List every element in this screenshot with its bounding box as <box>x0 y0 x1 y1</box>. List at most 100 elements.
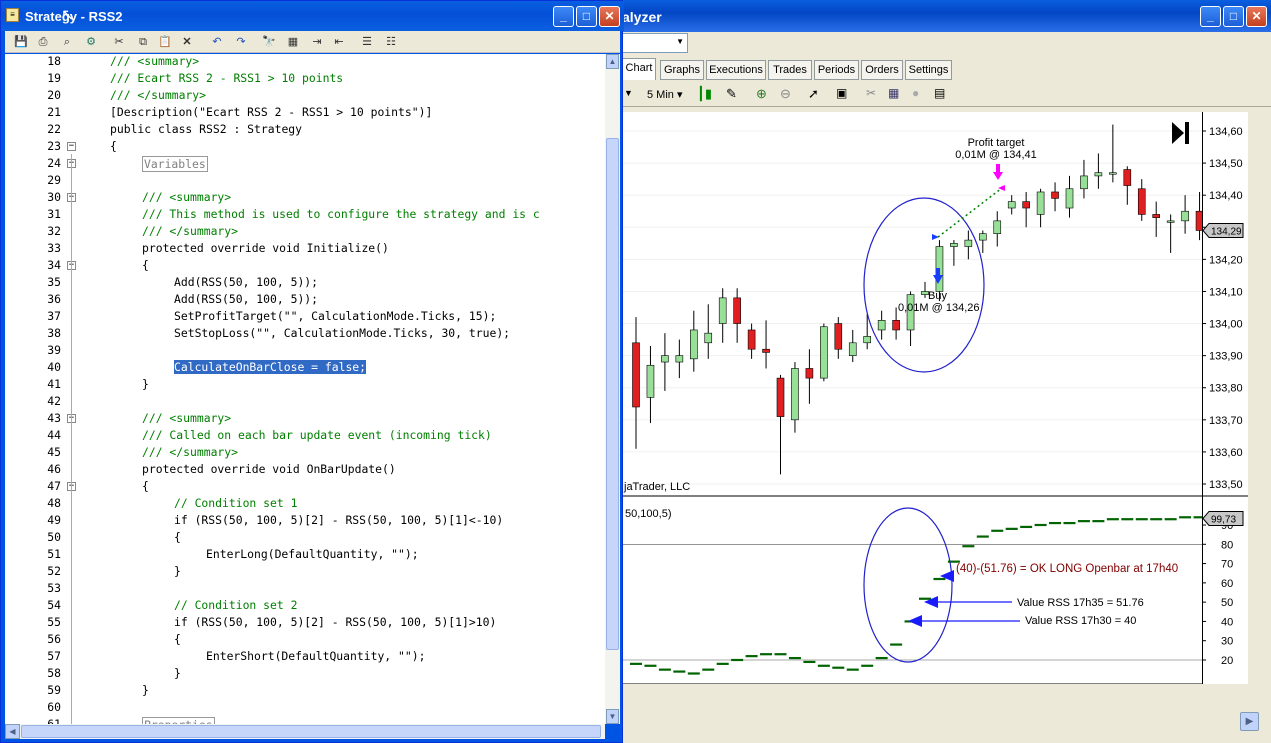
candle-body <box>877 320 886 331</box>
code-line[interactable]: 18 /// <summary> <box>5 54 605 71</box>
code-line[interactable]: 38 SetStopLoss("", CalculationMode.Ticks,… <box>5 326 605 343</box>
code-line[interactable]: 61 Properties <box>5 717 605 724</box>
save-icon[interactable]: 💾 <box>13 34 29 50</box>
code-line[interactable]: 31 /// This method is used to configure t… <box>5 207 605 224</box>
copy-icon[interactable]: ⧉ <box>135 34 151 50</box>
zoom-out-icon[interactable]: ⊖ <box>780 86 791 102</box>
maximize-button[interactable]: □ <box>1223 6 1244 27</box>
cut-icon[interactable]: ✂ <box>111 34 127 50</box>
code-line[interactable]: 36 Add(RSS(50, 100, 5)); <box>5 292 605 309</box>
code-line[interactable]: 57 EnterShort(DefaultQuantity, ""); <box>5 649 605 666</box>
code-line[interactable]: 45 /// </summary> <box>5 445 605 462</box>
tool-icon[interactable]: ✂ <box>866 86 876 100</box>
instrument-dropdown[interactable]: ▼ <box>622 33 688 53</box>
maximize-button[interactable]: □ <box>576 6 597 27</box>
candle-style-icon[interactable]: ┃▮ <box>697 86 712 102</box>
comment-icon[interactable]: ☰ <box>359 34 375 50</box>
replace-icon[interactable]: ▦ <box>285 34 301 50</box>
find-icon[interactable]: 🔭 <box>261 34 277 50</box>
code-line[interactable]: 42 <box>5 394 605 411</box>
code-line[interactable]: 23− { <box>5 139 605 156</box>
code-line[interactable]: 49 if (RSS(50, 100, 5)[2] - RSS(50, 100, … <box>5 513 605 530</box>
code-line[interactable]: 50 { <box>5 530 605 547</box>
code-line[interactable]: 56 { <box>5 632 605 649</box>
close-button[interactable]: ✕ <box>599 6 620 27</box>
tab-periods[interactable]: Periods <box>814 60 859 80</box>
code-line[interactable]: 59} <box>5 683 605 700</box>
chart-area[interactable]: 16:0516:2516:4517:0517:2517:4518:0518:25… <box>622 112 1206 704</box>
code-line[interactable]: 43−/// <summary> <box>5 411 605 428</box>
code-editor[interactable]: 18 /// <summary> 19 /// Ecart RSS 2 - RSS1 … <box>5 54 605 724</box>
tab-orders[interactable]: Orders <box>861 60 903 80</box>
compile-icon[interactable]: ⚙ <box>83 34 99 50</box>
chart-icon[interactable]: ▦ <box>888 86 899 100</box>
code-line[interactable]: 33 protected override void Initialize() <box>5 241 605 258</box>
indent-icon[interactable]: ⇥ <box>309 34 325 50</box>
paste-icon[interactable]: 📋 <box>157 34 173 50</box>
cursor-icon[interactable]: ➚ <box>808 86 819 102</box>
code-line[interactable]: 29 <box>5 173 605 190</box>
code-line[interactable]: 41} <box>5 377 605 394</box>
code-text: EnterShort(DefaultQuantity, ""); <box>206 649 426 663</box>
code-line[interactable]: 37 SetProfitTarget("", CalculationMode.Ti… <box>5 309 605 326</box>
outdent-icon[interactable]: ⇤ <box>331 34 347 50</box>
code-line[interactable]: 48 // Condition set 1 <box>5 496 605 513</box>
code-line[interactable]: 44 /// Called on each bar update event (i… <box>5 428 605 445</box>
tab-graphs[interactable]: Graphs <box>660 60 704 80</box>
rss-tick-label: 80 <box>1221 539 1233 551</box>
code-line[interactable]: 47−{ <box>5 479 605 496</box>
properties-icon[interactable]: ▣ <box>836 86 847 100</box>
code-line[interactable]: 39 <box>5 343 605 360</box>
undo-icon[interactable]: ↶ <box>209 34 225 50</box>
vertical-scrollbar[interactable] <box>1248 112 1271 712</box>
code-line[interactable]: 22 public class RSS2 : Strategy <box>5 122 605 139</box>
chevron-down-icon[interactable]: ▼ <box>624 88 633 98</box>
circle-icon[interactable]: ● <box>912 86 919 100</box>
code-line[interactable]: 30−/// <summary> <box>5 190 605 207</box>
chevron-down-icon: ▼ <box>676 37 684 46</box>
code-line[interactable]: 58} <box>5 666 605 683</box>
minimize-button[interactable]: _ <box>553 6 574 27</box>
code-line[interactable]: 21 [Description("Ecart RSS 2 - RSS1 > 10 … <box>5 105 605 122</box>
editor-vertical-scrollbar[interactable]: ▲ ▼ <box>605 54 620 724</box>
code-line[interactable]: 51 EnterLong(DefaultQuantity, ""); <box>5 547 605 564</box>
draw-pen-icon[interactable]: ✎ <box>726 86 737 102</box>
uncomment-icon[interactable]: ☷ <box>383 34 399 50</box>
code-line[interactable]: 24−Variables <box>5 156 605 173</box>
minimize-button[interactable]: _ <box>1200 6 1221 27</box>
interval-dropdown[interactable]: 5 Min ▾ <box>647 88 682 101</box>
code-text: /// <summary> <box>142 190 232 204</box>
grid-icon[interactable]: ▤ <box>934 86 945 100</box>
hscroll-thumb[interactable] <box>21 725 601 738</box>
close-button[interactable]: ✕ <box>1246 6 1267 27</box>
zoom-in-icon[interactable]: ⊕ <box>756 86 767 102</box>
code-line[interactable]: 19 /// Ecart RSS 2 - RSS1 > 10 points <box>5 71 605 88</box>
code-line[interactable]: 32 /// </summary> <box>5 224 605 241</box>
code-line[interactable]: 35 Add(RSS(50, 100, 5)); <box>5 275 605 292</box>
code-line[interactable]: 34−{ <box>5 258 605 275</box>
scroll-thumb[interactable] <box>606 138 619 650</box>
code-line[interactable]: 54 // Condition set 2 <box>5 598 605 615</box>
editor-horizontal-scrollbar[interactable]: ◀ <box>5 724 605 739</box>
code-line[interactable]: 53 <box>5 581 605 598</box>
tab-executions[interactable]: Executions <box>706 60 766 80</box>
fold-toggle-icon[interactable]: − <box>67 142 76 151</box>
delete-icon[interactable]: ✕ <box>179 34 195 50</box>
print-icon[interactable]: ⎙ <box>35 34 51 50</box>
tab-settings[interactable]: Settings <box>905 60 952 80</box>
code-line[interactable]: 46 protected override void OnBarUpdate() <box>5 462 605 479</box>
code-line[interactable]: 20 /// </summary> <box>5 88 605 105</box>
scroll-down-button[interactable]: ▼ <box>606 709 619 724</box>
scroll-up-button[interactable]: ▲ <box>606 54 619 69</box>
scroll-right-button[interactable]: ▶ <box>1240 712 1259 731</box>
print-preview-icon[interactable]: ⌕ <box>59 34 75 50</box>
tab-chart[interactable]: Chart <box>622 58 656 80</box>
tab-trades[interactable]: Trades <box>768 60 812 80</box>
redo-icon[interactable]: ↷ <box>233 34 249 50</box>
code-line[interactable]: 52} <box>5 564 605 581</box>
code-line[interactable]: 60 <box>5 700 605 717</box>
horizontal-scrollbar[interactable]: ▶ <box>622 708 1271 735</box>
code-line[interactable]: 40 CalculateOnBarClose = false; <box>5 360 605 377</box>
code-line[interactable]: 55 if (RSS(50, 100, 5)[2] - RSS(50, 100, … <box>5 615 605 632</box>
scroll-left-button[interactable]: ◀ <box>5 724 20 739</box>
